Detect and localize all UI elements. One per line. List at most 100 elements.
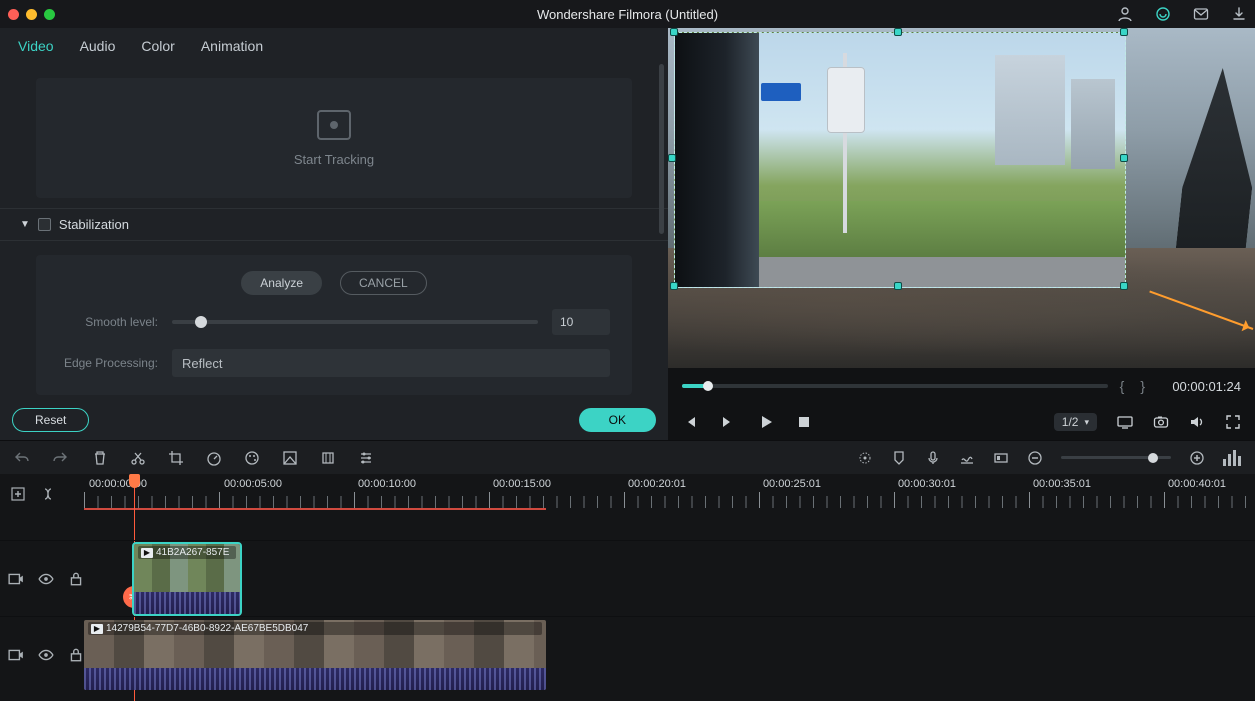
- resize-handle[interactable]: [670, 282, 678, 290]
- download-icon[interactable]: [1231, 6, 1247, 22]
- track-lock-icon[interactable]: [68, 647, 84, 663]
- resize-handle[interactable]: [1120, 282, 1128, 290]
- play-button[interactable]: [758, 414, 774, 430]
- undo-button[interactable]: [14, 450, 30, 466]
- track-video-icon[interactable]: [8, 647, 24, 663]
- tab-audio[interactable]: Audio: [80, 38, 116, 62]
- zoom-out-button[interactable]: [1027, 450, 1043, 466]
- track-visibility-icon[interactable]: [38, 647, 54, 663]
- marker-button[interactable]: [891, 450, 907, 466]
- clip-name: 14279B54-77D7-46B0-8922-AE67BE5DB047: [106, 623, 308, 634]
- tab-animation[interactable]: Animation: [201, 38, 263, 62]
- step-back-button[interactable]: [682, 414, 698, 430]
- analyze-button[interactable]: Analyze: [241, 271, 322, 295]
- crop-button[interactable]: [168, 450, 184, 466]
- delete-button[interactable]: [92, 450, 108, 466]
- split-button[interactable]: [130, 450, 146, 466]
- ruler-time-label: 00:00:25:01: [763, 478, 821, 490]
- inspector-tabs: Video Audio Color Animation: [0, 28, 668, 62]
- redo-button[interactable]: [52, 450, 68, 466]
- mark-out-button[interactable]: }: [1136, 378, 1149, 394]
- ruler-time-label: 00:00:10:00: [358, 478, 416, 490]
- close-window-button[interactable]: [8, 9, 19, 20]
- preview-timecode: 00:00:01:24: [1157, 379, 1241, 394]
- window-controls: [8, 9, 55, 20]
- smooth-level-value[interactable]: 10: [552, 309, 610, 335]
- audio-meter-icon[interactable]: [1223, 450, 1241, 466]
- resize-handle[interactable]: [1120, 154, 1128, 162]
- ruler-time-label: 00:00:40:01: [1168, 478, 1226, 490]
- support-icon[interactable]: [1155, 6, 1171, 22]
- ruler-time-label: 00:00:35:01: [1033, 478, 1091, 490]
- preview-progress-row: { } 00:00:01:24: [668, 368, 1255, 404]
- stop-button[interactable]: [796, 414, 812, 430]
- minimize-window-button[interactable]: [26, 9, 37, 20]
- motion-tracking-box[interactable]: Start Tracking: [36, 78, 632, 198]
- preview-quality-select[interactable]: 1/2▾: [1054, 413, 1097, 431]
- cancel-button[interactable]: CANCEL: [340, 271, 427, 295]
- thumbnail-size-button[interactable]: [993, 450, 1009, 466]
- record-voiceover-button[interactable]: [925, 450, 941, 466]
- stabilization-header[interactable]: ▼ Stabilization: [0, 208, 668, 241]
- reset-button[interactable]: Reset: [12, 408, 89, 432]
- fullscreen-button[interactable]: [1225, 414, 1241, 430]
- preview-progress-slider[interactable]: [682, 384, 1108, 388]
- track-video-icon[interactable]: [8, 571, 24, 587]
- tab-color[interactable]: Color: [141, 38, 174, 62]
- speed-button[interactable]: [206, 450, 222, 466]
- add-track-button[interactable]: [10, 486, 26, 502]
- mail-icon[interactable]: [1193, 6, 1209, 22]
- timeline-zoom-slider[interactable]: [1061, 456, 1171, 459]
- green-screen-button[interactable]: [282, 450, 298, 466]
- zoom-in-button[interactable]: [1189, 450, 1205, 466]
- render-range-indicator: [84, 508, 546, 510]
- tab-video[interactable]: Video: [18, 38, 54, 62]
- smooth-level-slider[interactable]: [172, 320, 538, 324]
- start-tracking-label: Start Tracking: [294, 152, 374, 167]
- step-forward-button[interactable]: [720, 414, 736, 430]
- maximize-window-button[interactable]: [44, 9, 55, 20]
- smooth-level-label: Smooth level:: [58, 315, 158, 329]
- edge-processing-select[interactable]: Reflect: [172, 349, 610, 377]
- adjust-button[interactable]: [358, 450, 374, 466]
- render-preview-button[interactable]: [857, 450, 873, 466]
- color-button[interactable]: [244, 450, 260, 466]
- timeline-ruler[interactable]: 00:00:00:0000:00:05:0000:00:10:0000:00:1…: [84, 474, 1255, 514]
- timeline-clip[interactable]: ▶14279B54-77D7-46B0-8922-AE67BE5DB047: [84, 620, 546, 690]
- audio-mixer-button[interactable]: [959, 450, 975, 466]
- display-device-icon[interactable]: [1117, 414, 1133, 430]
- resize-handle[interactable]: [670, 28, 678, 36]
- volume-button[interactable]: [1189, 414, 1205, 430]
- tracking-target-icon: [317, 110, 351, 140]
- account-icon[interactable]: [1117, 6, 1133, 22]
- auto-ripple-button[interactable]: [40, 486, 56, 502]
- stabilization-title: Stabilization: [59, 217, 129, 232]
- inspector-panel: Video Audio Color Animation Start Tracki…: [0, 28, 668, 440]
- ok-button[interactable]: OK: [579, 408, 656, 432]
- selected-clip-overlay[interactable]: [674, 32, 1126, 288]
- titlebar: Wondershare Filmora (Untitled): [0, 0, 1255, 28]
- resize-handle[interactable]: [668, 154, 676, 162]
- preview-viewport[interactable]: [668, 28, 1255, 368]
- track-lock-icon[interactable]: [68, 571, 84, 587]
- timeline: 00:00:00:0000:00:05:0000:00:10:0000:00:1…: [0, 474, 1255, 701]
- ruler-time-label: 00:00:30:01: [898, 478, 956, 490]
- ruler-time-label: 00:00:15:00: [493, 478, 551, 490]
- edge-processing-label: Edge Processing:: [58, 356, 158, 370]
- stabilization-body: Analyze CANCEL Smooth level: 10 Edge Pro…: [36, 255, 632, 395]
- video-track-1: ▶14279B54-77D7-46B0-8922-AE67BE5DB047: [0, 616, 1255, 692]
- video-track-2: ▶41B2A267-857E: [0, 540, 1255, 616]
- snapshot-button[interactable]: [1153, 414, 1169, 430]
- keyframe-button[interactable]: [320, 450, 336, 466]
- stabilization-checkbox[interactable]: [38, 218, 51, 231]
- ruler-time-label: 00:00:20:01: [628, 478, 686, 490]
- track-visibility-icon[interactable]: [38, 571, 54, 587]
- mark-in-button[interactable]: {: [1116, 378, 1129, 394]
- resize-handle[interactable]: [1120, 28, 1128, 36]
- timeline-clip-selected[interactable]: ▶41B2A267-857E: [134, 544, 240, 614]
- inspector-scrollbar[interactable]: [659, 64, 664, 234]
- chevron-down-icon: ▼: [20, 219, 30, 230]
- resize-handle[interactable]: [894, 282, 902, 290]
- resize-handle[interactable]: [894, 28, 902, 36]
- preview-controls: 1/2▾: [668, 404, 1255, 440]
